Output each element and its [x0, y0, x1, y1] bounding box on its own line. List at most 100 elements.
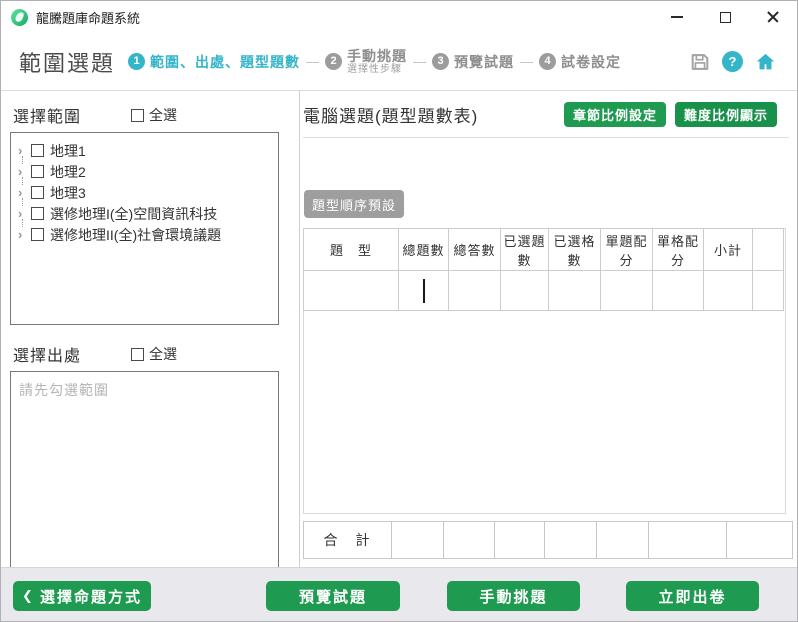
- maximize-icon: [719, 11, 731, 23]
- wizard-stepper: 1 範圍、出處、題型題數 — 2 手動挑題 選擇性步驟 — 3 預覽試題 — 4…: [128, 48, 621, 76]
- step-1-label: 範圍、出處、題型題數: [150, 53, 301, 70]
- page-title: 範圍選題: [19, 50, 116, 76]
- total-row-table: 合 計: [303, 521, 793, 559]
- tree-item-geo2[interactable]: › 地理2: [16, 161, 274, 185]
- expand-icon[interactable]: ›: [18, 207, 31, 220]
- tree-item-checkbox[interactable]: [31, 207, 44, 220]
- tree-item-elective2[interactable]: › 選修地理II(全)社會環境議題: [16, 224, 274, 245]
- maximize-button[interactable]: [701, 1, 749, 33]
- tree-item-label: 地理3: [50, 184, 86, 201]
- chapter-ratio-button[interactable]: 章節比例設定: [563, 102, 666, 127]
- total-cell: [391, 521, 444, 559]
- col-selected-questions: 已選題數: [500, 228, 549, 271]
- question-type-table-area: 題 型 總題數 總答數 已選題數 已選格數 單題配分 單格配分 小計: [303, 228, 786, 514]
- step-4-paper-settings[interactable]: 4 試卷設定: [539, 52, 621, 72]
- step-4-number: 4: [539, 53, 557, 70]
- tree-item-label: 選修地理II(全)社會環境議題: [50, 226, 222, 243]
- tree-item-geo3[interactable]: › 地理3: [16, 182, 274, 206]
- divider: [303, 137, 789, 138]
- source-list[interactable]: 請先勾選範圍: [10, 371, 279, 569]
- source-select-all-checkbox[interactable]: [131, 347, 145, 361]
- minimize-icon: [671, 16, 683, 18]
- step-4-label: 試卷設定: [561, 53, 622, 70]
- step-3-preview[interactable]: 3 預覽試題: [432, 52, 514, 72]
- total-label: 合 計: [303, 521, 392, 559]
- col-selected-cells: 已選格數: [548, 228, 601, 271]
- total-cell: [596, 521, 649, 559]
- cell-selected-questions[interactable]: [500, 270, 549, 311]
- page-header: 範圍選題 1 範圍、出處、題型題數 — 2 手動挑題 選擇性步驟 — 3 預覽試…: [1, 33, 797, 91]
- text-cursor: [422, 278, 425, 303]
- tree-item-label: 地理2: [50, 163, 86, 180]
- source-section-title: 選擇出處: [13, 348, 82, 365]
- question-type-table: 題 型 總題數 總答數 已選題數 已選格數 單題配分 單格配分 小計: [303, 228, 784, 311]
- tree-item-elective1[interactable]: › 選修地理I(全)空間資訊科技: [16, 203, 274, 227]
- cell-extra[interactable]: [752, 270, 784, 311]
- source-select-all[interactable]: 全選: [131, 344, 177, 364]
- range-select-all[interactable]: 全選: [131, 105, 177, 125]
- tree-item-checkbox[interactable]: [31, 144, 44, 157]
- header-icons: ?: [689, 51, 777, 73]
- window-controls: [653, 1, 797, 33]
- expand-icon[interactable]: ›: [18, 186, 31, 199]
- tree-item-checkbox[interactable]: [31, 228, 44, 241]
- manual-pick-button[interactable]: 手動挑題: [447, 581, 580, 611]
- range-select-all-label: 全選: [149, 107, 178, 123]
- expand-icon[interactable]: ›: [18, 144, 31, 157]
- back-to-method-button[interactable]: ❮ 選擇命題方式: [13, 581, 151, 611]
- cell-total-answers[interactable]: [448, 270, 501, 311]
- tree-item-checkbox[interactable]: [31, 165, 44, 178]
- tree-item-label: 地理1: [50, 142, 86, 159]
- generate-paper-button[interactable]: 立即出卷: [626, 581, 759, 611]
- total-cell: [726, 521, 793, 559]
- step-2-number: 2: [325, 53, 343, 70]
- tree-item-geo1[interactable]: › 地理1: [16, 140, 274, 164]
- tree-item-label: 選修地理I(全)空間資訊科技: [50, 205, 218, 222]
- table-row: [303, 270, 784, 311]
- total-cell: [443, 521, 495, 559]
- app-logo-icon: [11, 8, 28, 26]
- cell-selected-cells[interactable]: [548, 270, 601, 311]
- app-window: 龍騰題庫命題系統 範圍選題 1 範圍、出處、題型題數 — 2 手動挑題 選擇性步…: [0, 0, 798, 622]
- type-order-preset-button[interactable]: 題型順序預設: [304, 190, 405, 218]
- col-points-per-question: 單題配分: [600, 228, 653, 271]
- expand-icon[interactable]: ›: [18, 165, 31, 178]
- save-icon[interactable]: [689, 51, 711, 73]
- step-1-range[interactable]: 1 範圍、出處、題型題數: [128, 52, 300, 72]
- cell-points-per-cell[interactable]: [652, 270, 704, 311]
- step-2-manual-pick[interactable]: 2 手動挑題 選擇性步驟: [325, 48, 407, 76]
- left-panel: 選擇範圍 全選 › 地理1 › 地理2 › 地理3 › 選修地理I(全)空間資訊…: [1, 91, 299, 569]
- step-1-number: 1: [128, 53, 146, 70]
- home-icon[interactable]: [754, 51, 777, 73]
- tree-item-checkbox[interactable]: [31, 186, 44, 199]
- chevron-left-icon: ❮: [22, 588, 33, 603]
- source-select-all-label: 全選: [149, 346, 178, 362]
- step-separator: —: [413, 54, 427, 69]
- cell-question-type[interactable]: [303, 270, 399, 311]
- col-question-type: 題 型: [303, 228, 399, 271]
- cell-subtotal[interactable]: [703, 270, 753, 311]
- cell-total-questions[interactable]: [398, 270, 449, 311]
- table-header-row: 題 型 總題數 總答數 已選題數 已選格數 單題配分 單格配分 小計: [303, 228, 784, 271]
- bottom-action-bar: ❮ 選擇命題方式 預覽試題 手動挑題 立即出卷: [1, 567, 797, 621]
- content-area: 選擇範圍 全選 › 地理1 › 地理2 › 地理3 › 選修地理I(全)空間資訊…: [1, 91, 797, 569]
- minimize-button[interactable]: [653, 1, 701, 33]
- close-button[interactable]: [749, 1, 797, 33]
- difficulty-ratio-button[interactable]: 難度比例顯示: [674, 102, 777, 127]
- cell-points-per-question[interactable]: [600, 270, 653, 311]
- preview-questions-button[interactable]: 預覽試題: [266, 581, 400, 611]
- total-cell: [494, 521, 545, 559]
- step-2-sublabel: 選擇性步驟: [347, 63, 403, 75]
- back-button-label: 選擇命題方式: [39, 588, 142, 606]
- main-panel: 電腦選題(題型題數表) 章節比例設定 難度比例顯示 題型順序預設 題 型 總題數…: [299, 91, 797, 567]
- step-separator: —: [520, 54, 534, 69]
- help-icon[interactable]: ?: [722, 51, 743, 72]
- step-3-number: 3: [432, 53, 450, 70]
- range-select-all-checkbox[interactable]: [131, 108, 145, 122]
- main-panel-header: 電腦選題(題型題數表) 章節比例設定 難度比例顯示: [303, 102, 789, 127]
- close-icon: [766, 10, 780, 24]
- main-panel-title: 電腦選題(題型題數表): [303, 107, 479, 126]
- source-section-header: 選擇出處 全選: [13, 342, 279, 366]
- window-title: 龍騰題庫命題系統: [36, 10, 141, 26]
- expand-icon[interactable]: ›: [18, 228, 31, 241]
